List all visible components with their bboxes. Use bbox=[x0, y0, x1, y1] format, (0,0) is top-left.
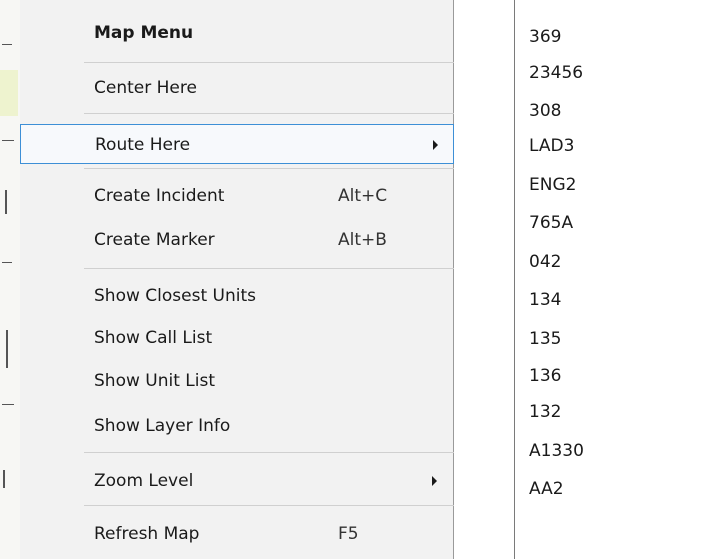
menu-gap bbox=[455, 0, 514, 559]
menu-item-label: Center Here bbox=[94, 78, 197, 98]
menu-item-label: Refresh Map bbox=[94, 524, 200, 544]
unit-list-item[interactable]: A1330 bbox=[529, 439, 584, 463]
menu-item-create-incident[interactable]: Create Incident Alt+C bbox=[20, 176, 454, 216]
menu-item-shortcut: Alt+C bbox=[338, 186, 388, 206]
menu-separator bbox=[84, 62, 454, 63]
unit-list-item[interactable]: 042 bbox=[529, 250, 561, 274]
menu-item-route-here[interactable]: Route Here bbox=[20, 124, 454, 164]
unit-list-item[interactable]: 765A bbox=[529, 211, 573, 235]
unit-list-item[interactable]: AA2 bbox=[529, 477, 564, 501]
map-road-line bbox=[2, 44, 12, 45]
map-road-line bbox=[2, 404, 14, 405]
menu-item-label: Create Incident bbox=[94, 186, 225, 206]
menu-header: Map Menu bbox=[20, 13, 454, 53]
unit-list-item[interactable]: 134 bbox=[529, 288, 561, 312]
map-context-menu: Map Menu Center Here Route Here Create I… bbox=[20, 0, 454, 559]
menu-header-label: Map Menu bbox=[94, 23, 194, 43]
unit-list-item[interactable]: 136 bbox=[529, 364, 561, 388]
chevron-right-icon bbox=[433, 140, 438, 150]
menu-separator bbox=[84, 452, 454, 453]
map-road-line bbox=[2, 262, 12, 263]
map-area-shade bbox=[0, 70, 18, 116]
menu-item-label: Show Call List bbox=[94, 328, 213, 348]
menu-item-show-layer-info[interactable]: Show Layer Info bbox=[20, 406, 454, 446]
unit-list-panel: 369 23456 308 LAD3 ENG2 765A 042 134 135… bbox=[514, 0, 703, 559]
unit-list-item[interactable]: 308 bbox=[529, 99, 561, 123]
menu-item-show-unit-list[interactable]: Show Unit List bbox=[20, 361, 454, 401]
menu-item-create-marker[interactable]: Create Marker Alt+B bbox=[20, 220, 454, 260]
map-road-line bbox=[3, 470, 5, 488]
map-road-line bbox=[6, 330, 8, 368]
map-view[interactable] bbox=[0, 0, 21, 559]
menu-item-show-call-list[interactable]: Show Call List bbox=[20, 318, 454, 358]
menu-item-show-closest-units[interactable]: Show Closest Units bbox=[20, 276, 454, 316]
menu-separator bbox=[84, 268, 454, 269]
menu-item-label: Show Layer Info bbox=[94, 416, 231, 436]
map-screen: Map Menu Center Here Route Here Create I… bbox=[0, 0, 703, 559]
menu-item-shortcut: Alt+B bbox=[338, 230, 387, 250]
menu-item-zoom-level[interactable]: Zoom Level bbox=[20, 461, 454, 501]
menu-item-label: Show Unit List bbox=[94, 371, 216, 391]
unit-list-item[interactable]: ENG2 bbox=[529, 173, 576, 197]
menu-item-center-here[interactable]: Center Here bbox=[20, 68, 454, 108]
unit-list-item[interactable]: 23456 bbox=[529, 61, 583, 85]
unit-list-item[interactable]: 132 bbox=[529, 400, 561, 424]
menu-separator bbox=[84, 113, 454, 114]
menu-item-shortcut: F5 bbox=[338, 524, 359, 544]
menu-separator bbox=[84, 168, 454, 169]
chevron-right-icon bbox=[432, 476, 437, 486]
unit-list-item[interactable]: 135 bbox=[529, 327, 561, 351]
menu-item-label: Create Marker bbox=[94, 230, 215, 250]
map-road-line bbox=[5, 190, 7, 214]
unit-list-item[interactable]: 369 bbox=[529, 25, 561, 49]
map-road-line bbox=[2, 140, 14, 141]
menu-item-refresh-map[interactable]: Refresh Map F5 bbox=[20, 514, 454, 554]
unit-list-item[interactable]: LAD3 bbox=[529, 134, 574, 158]
menu-separator bbox=[84, 505, 454, 506]
menu-item-label: Route Here bbox=[95, 135, 191, 155]
menu-item-label: Zoom Level bbox=[94, 471, 194, 491]
menu-item-label: Show Closest Units bbox=[94, 286, 256, 306]
